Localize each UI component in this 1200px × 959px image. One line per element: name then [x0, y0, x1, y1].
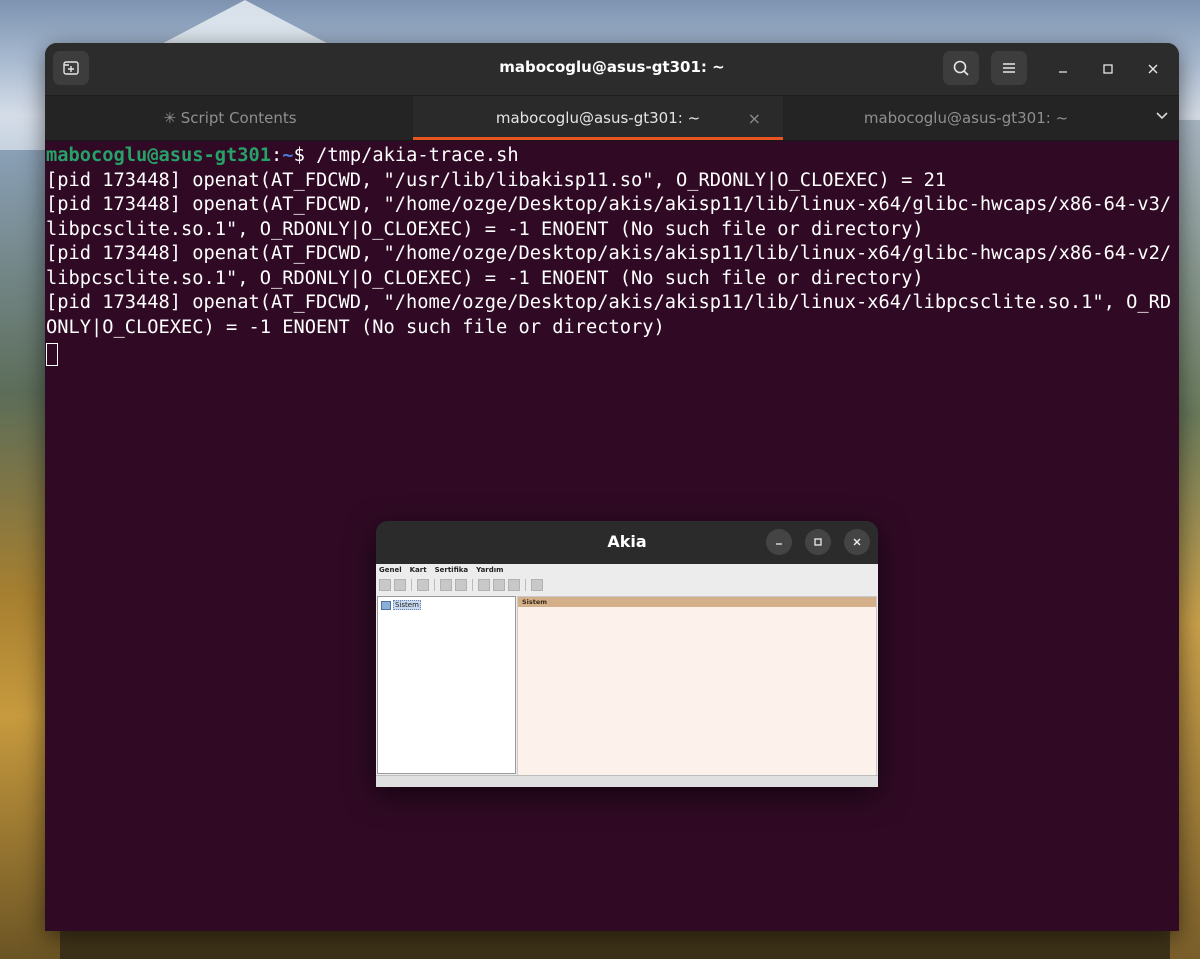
terminal-titlebar[interactable]: mabocoglu@asus-gt301: ~ — [45, 43, 1179, 96]
minimize-icon — [776, 543, 782, 545]
akia-statusbar — [376, 775, 878, 787]
prompt-command: /tmp/akia-trace.sh — [316, 145, 519, 166]
menu-button[interactable] — [991, 51, 1027, 85]
prompt-colon: : — [271, 145, 283, 166]
terminal-cursor — [46, 343, 58, 366]
akia-titlebar[interactable]: Akia — [376, 521, 878, 564]
tab-close-icon[interactable]: × — [748, 109, 761, 128]
chevron-down-icon — [1156, 112, 1168, 120]
toolbar-button[interactable] — [417, 578, 429, 591]
toolbar-button[interactable] — [394, 578, 406, 591]
tab-terminal-2[interactable]: mabocoglu@asus-gt301: ~ — [781, 96, 1151, 140]
menu-yardim[interactable]: Yardım — [476, 566, 503, 574]
output-line: [pid 173448] openat(AT_FDCWD, "/home/ozg… — [46, 243, 1172, 264]
prompt-symbol: $ — [293, 145, 317, 166]
tab-terminal-active[interactable]: mabocoglu@asus-gt301: ~ × — [413, 96, 783, 140]
akia-toolbar — [376, 576, 878, 593]
tab-script-contents[interactable]: ✳ Script Contents — [45, 96, 415, 140]
toolbar-separator — [525, 578, 526, 591]
akia-maximize-button[interactable] — [805, 529, 831, 555]
tab-overflow-button[interactable] — [1155, 108, 1169, 126]
akia-window: Akia Genel Kart Sertifika Yardım Sistem … — [376, 521, 878, 787]
akia-close-button[interactable] — [844, 529, 870, 555]
maximize-button[interactable] — [1095, 56, 1121, 82]
close-icon — [1148, 64, 1158, 74]
tab-bar: ✳ Script Contents mabocoglu@asus-gt301: … — [45, 96, 1179, 141]
close-icon — [853, 538, 861, 546]
toolbar-button[interactable] — [478, 578, 490, 591]
akia-tree-panel: Sistem — [377, 596, 516, 774]
prompt-line: mabocoglu@asus-gt301:~$ /tmp/akia-trace.… — [46, 144, 1179, 169]
toolbar-button[interactable] — [508, 578, 520, 591]
akia-title: Akia — [607, 532, 647, 551]
toolbar-separator — [434, 578, 435, 591]
tab-label: mabocoglu@asus-gt301: ~ — [863, 109, 1069, 127]
search-button[interactable] — [943, 51, 979, 85]
terminal-window: mabocoglu@asus-gt301: ~ ✳ Script Content… — [45, 43, 1179, 931]
toolbar-button[interactable] — [531, 578, 543, 591]
toolbar-button[interactable] — [440, 578, 452, 591]
hamburger-menu-icon — [1003, 63, 1015, 73]
menu-genel[interactable]: Genel — [379, 566, 402, 574]
tab-label: mabocoglu@asus-gt301: ~ — [495, 109, 701, 127]
toolbar-separator — [472, 578, 473, 591]
akia-menubar: Genel Kart Sertifika Yardım — [376, 564, 878, 576]
output-line: [pid 173448] openat(AT_FDCWD, "/home/ozg… — [46, 194, 1172, 215]
close-button[interactable] — [1140, 56, 1166, 82]
maximize-icon — [1103, 64, 1113, 74]
maximize-icon — [814, 538, 822, 546]
toolbar-separator — [411, 578, 412, 591]
akia-minimize-button[interactable] — [766, 529, 792, 555]
output-line: [pid 173448] openat(AT_FDCWD, "/home/ozg… — [46, 292, 1172, 313]
output-line: [pid 173448] openat(AT_FDCWD, "/usr/lib/… — [46, 169, 947, 191]
tree-item-label: Sistem — [393, 600, 421, 610]
toolbar-button[interactable] — [455, 578, 467, 591]
tab-label: ✳ Script Contents — [163, 109, 297, 127]
panel-header: Sistem — [518, 597, 876, 607]
akia-body: Genel Kart Sertifika Yardım Sistem Siste… — [376, 564, 878, 787]
search-icon — [953, 60, 969, 76]
minimize-icon — [1059, 71, 1067, 73]
output-line: libpcsclite.so.1", O_RDONLY|O_CLOEXEC) =… — [46, 218, 924, 240]
computer-icon — [381, 600, 391, 610]
prompt-path: ~ — [282, 145, 294, 166]
toolbar-button[interactable] — [493, 578, 505, 591]
terminal-scrollbar[interactable] — [1173, 140, 1179, 931]
prompt-user-host: mabocoglu@asus-gt301 — [46, 145, 272, 166]
tree-item-sistem[interactable]: Sistem — [381, 600, 421, 610]
menu-kart[interactable]: Kart — [410, 566, 427, 574]
akia-detail-panel: Sistem — [517, 596, 877, 776]
output-line: ONLY|O_CLOEXEC) = -1 ENOENT (No such fil… — [46, 316, 665, 338]
output-line: libpcsclite.so.1", O_RDONLY|O_CLOEXEC) =… — [46, 267, 924, 289]
toolbar-button[interactable] — [379, 578, 391, 591]
minimize-button[interactable] — [1050, 56, 1076, 82]
menu-sertifika[interactable]: Sertifika — [435, 566, 469, 574]
